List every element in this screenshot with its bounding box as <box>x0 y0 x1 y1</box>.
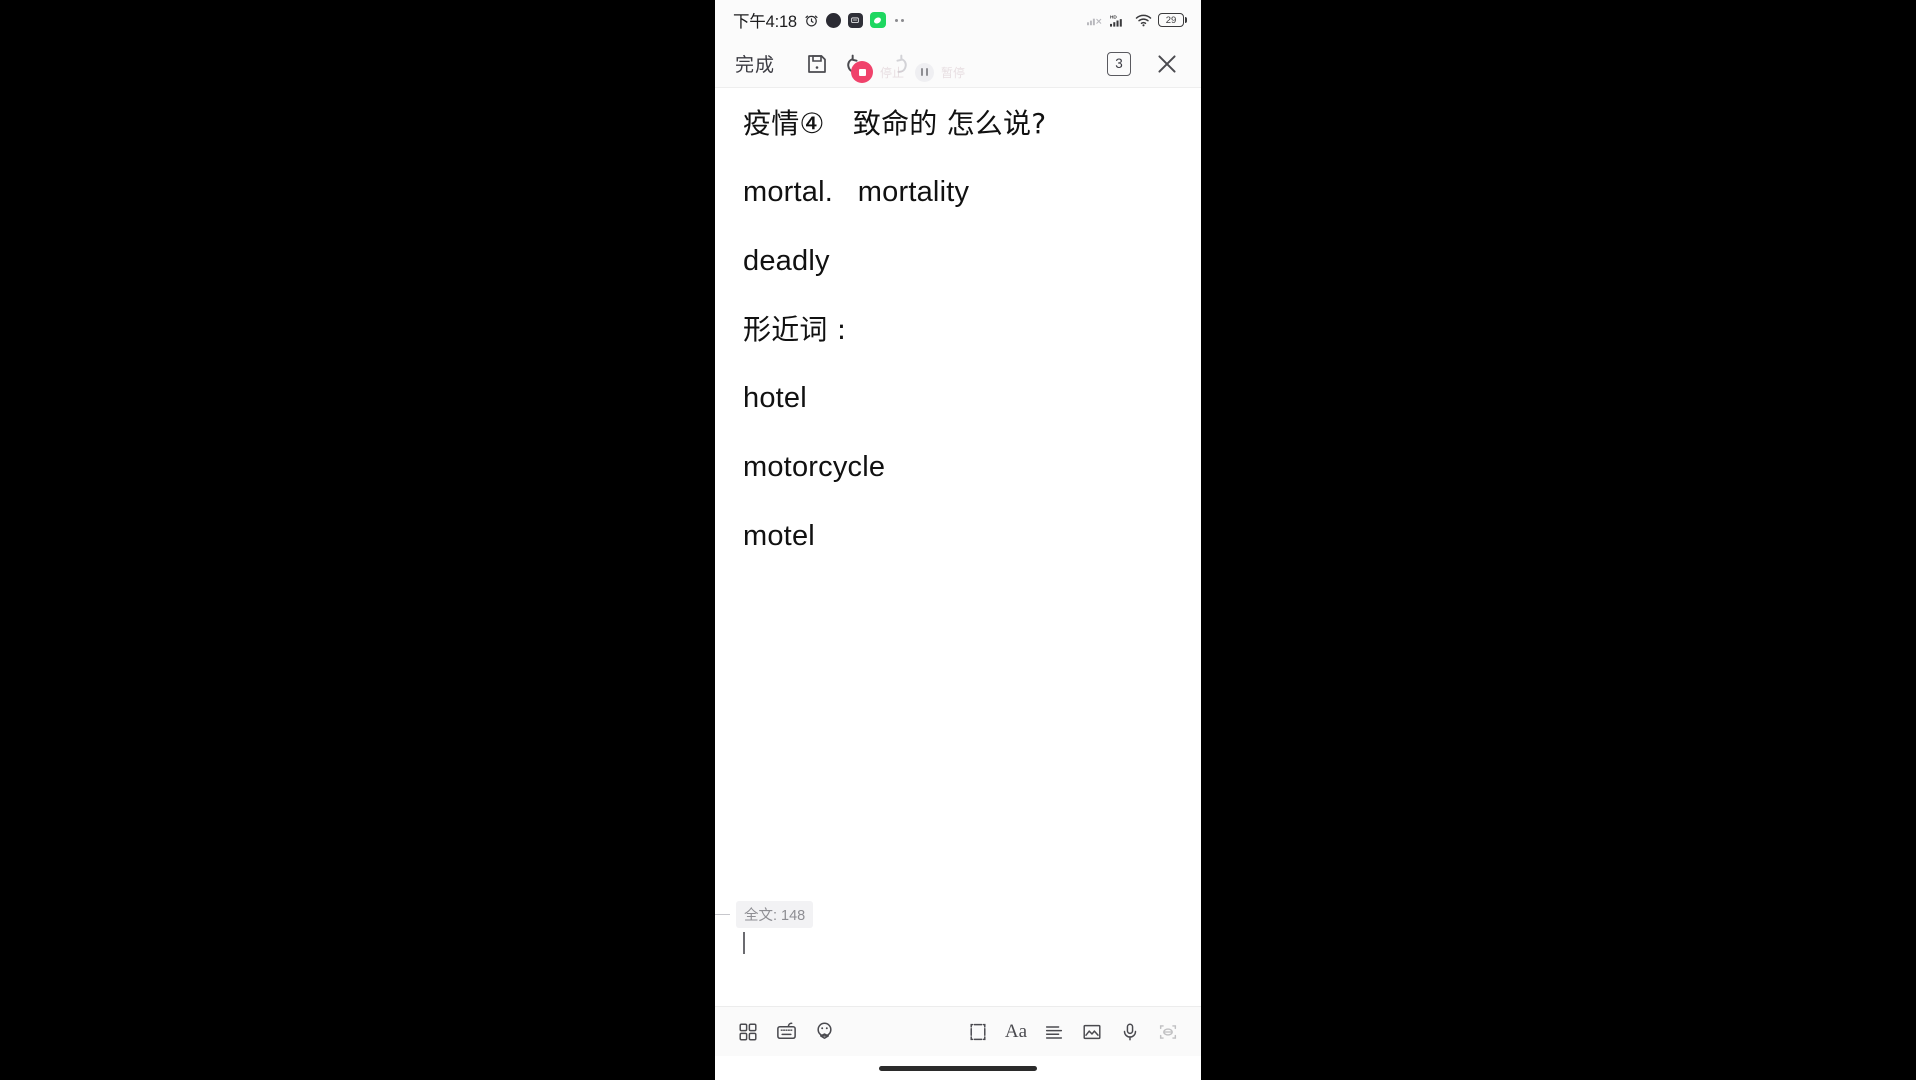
app-badge-green-icon <box>869 12 886 28</box>
scan-ocr-button[interactable] <box>1149 1013 1187 1051</box>
note-editor-body[interactable]: 疫情④ 致命的 怎么说? mortal. mortality deadly 形近… <box>715 88 1201 1006</box>
text-format-icon: Aa <box>1004 1020 1028 1042</box>
undo-button[interactable] <box>837 44 877 84</box>
phone-viewport: 下午4:18 HD 29 完成 3 停止 暂停 疫情④ 致命的 怎么说? mor… <box>715 0 1201 1080</box>
word-count-row: 全文: 148 <box>715 901 1201 928</box>
svg-text:HD: HD <box>1110 14 1117 20</box>
microphone-icon <box>1123 1022 1137 1041</box>
close-button[interactable] <box>1147 44 1187 84</box>
signal-no-service-icon <box>1087 18 1102 26</box>
android-gesture-bar[interactable] <box>715 1056 1201 1080</box>
note-line[interactable]: 形近词 : <box>743 316 1179 344</box>
note-line[interactable]: motorcycle <box>743 453 1179 482</box>
redo-icon <box>896 54 907 73</box>
sticker-button[interactable] <box>805 1013 843 1051</box>
close-icon <box>1158 54 1176 73</box>
note-line[interactable]: deadly <box>743 247 1179 276</box>
word-count-dash <box>715 913 730 916</box>
screen-root: 下午4:18 HD 29 完成 3 停止 暂停 疫情④ 致命的 怎么说? mor… <box>0 0 1916 1080</box>
save-button[interactable] <box>797 44 837 84</box>
alarm-icon <box>805 15 818 26</box>
battery-icon: 29 <box>1158 13 1187 27</box>
status-bar-right: HD 29 <box>1087 13 1187 28</box>
grid-apps-icon <box>739 1022 757 1041</box>
overflow-dots-icon <box>894 18 904 22</box>
insert-image-button[interactable] <box>1073 1013 1111 1051</box>
note-line[interactable]: hotel <box>743 384 1179 413</box>
note-line[interactable]: motel <box>743 522 1179 551</box>
status-bar: 下午4:18 HD 29 <box>715 0 1201 40</box>
app-badge-square-icon <box>847 12 863 28</box>
keyboard-button[interactable] <box>767 1013 805 1051</box>
crop-frame-button[interactable] <box>959 1013 997 1051</box>
status-bar-clock: 下午4:18 <box>733 13 797 31</box>
app-badge-dark-icon <box>825 12 841 28</box>
align-left-icon <box>1045 1025 1063 1039</box>
bottom-toolbar: Aa <box>715 1006 1201 1056</box>
status-bar-left: 下午4:18 <box>733 8 904 32</box>
sticker-emoji-icon <box>816 1022 832 1039</box>
text-caret <box>743 932 745 954</box>
note-line[interactable]: 疫情④ 致命的 怎么说? <box>743 110 1179 138</box>
scan-ocr-icon <box>1159 1024 1177 1039</box>
save-floppy-icon <box>808 54 826 73</box>
editor-toolbar: 完成 3 <box>715 40 1201 88</box>
signal-hd-icon: HD <box>1110 14 1122 27</box>
grid-apps-button[interactable] <box>729 1013 767 1051</box>
image-icon <box>1083 1024 1101 1039</box>
redo-button[interactable] <box>877 44 917 84</box>
battery-level-label: 29 <box>1165 14 1177 26</box>
wifi-icon <box>1135 14 1152 27</box>
align-left-button[interactable] <box>1035 1013 1073 1051</box>
crop-frame-icon <box>970 1023 986 1040</box>
tab-count-button[interactable]: 3 <box>1107 51 1131 76</box>
text-format-button[interactable]: Aa <box>997 1013 1035 1051</box>
done-button[interactable]: 完成 <box>735 50 775 77</box>
note-line[interactable]: mortal. mortality <box>743 178 1179 207</box>
undo-icon <box>847 54 858 73</box>
voice-input-button[interactable] <box>1111 1013 1149 1051</box>
word-count-badge: 全文: 148 <box>736 901 814 928</box>
keyboard-icon <box>776 1022 796 1039</box>
